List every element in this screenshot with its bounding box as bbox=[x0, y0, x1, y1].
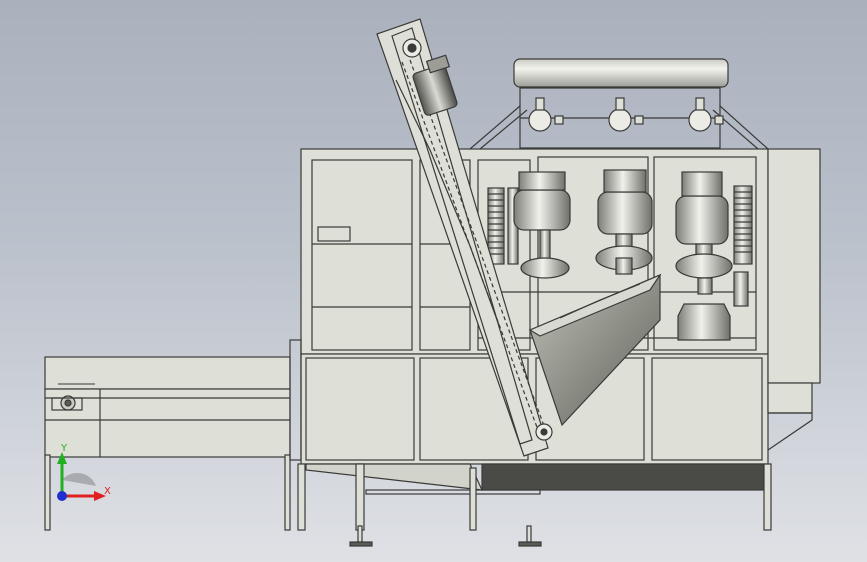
y-axis-label: Y bbox=[61, 443, 68, 454]
leveling-foot-right bbox=[518, 525, 542, 547]
elevator-tail-pulley bbox=[535, 423, 553, 441]
top-water-tank bbox=[469, 58, 769, 150]
elevator-head-pulley bbox=[402, 38, 422, 58]
x-axis-label: X bbox=[104, 486, 111, 497]
top-valve-1 bbox=[528, 97, 564, 132]
cad-graphics-area[interactable]: Y X bbox=[0, 0, 867, 562]
machine-assembly-drawing bbox=[44, 18, 821, 547]
filling-head-2 bbox=[595, 169, 653, 275]
leveling-foot-left bbox=[349, 525, 373, 547]
top-valve-2 bbox=[608, 97, 644, 132]
machine-base bbox=[297, 463, 772, 547]
coordinate-triad: Y X bbox=[50, 440, 120, 510]
